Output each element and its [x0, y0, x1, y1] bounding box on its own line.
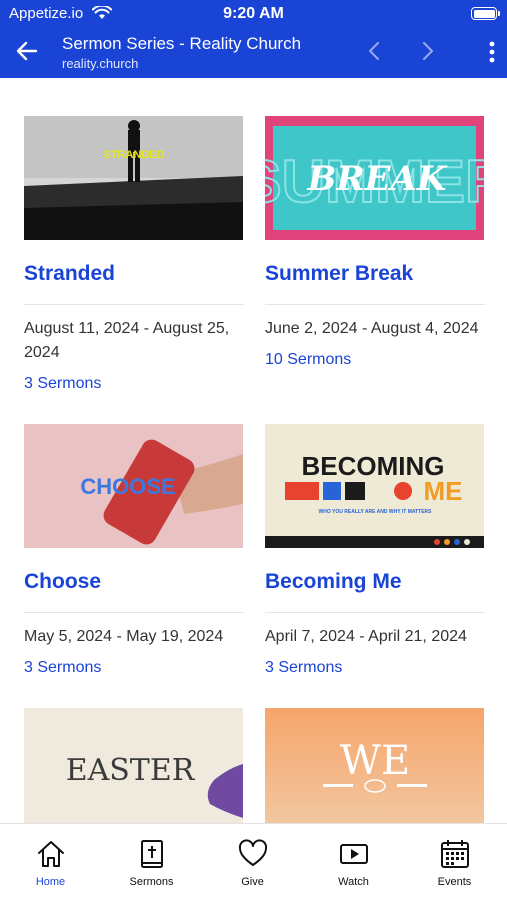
more-vertical-icon[interactable]	[484, 40, 500, 64]
divider	[24, 304, 244, 305]
series-card-stranded[interactable]: STRANDED Stranded August 11, 2024 - Augu…	[24, 116, 244, 393]
series-title[interactable]: Stranded	[24, 262, 244, 290]
back-arrow-icon[interactable]	[14, 38, 40, 64]
tab-label: Sermons	[129, 876, 174, 888]
bible-icon	[140, 840, 163, 868]
series-thumbnail[interactable]: SUMMER BREAK	[265, 116, 484, 240]
calendar-icon	[440, 840, 469, 868]
chevron-left-icon[interactable]	[364, 40, 386, 62]
series-grid: STRANDED Stranded August 11, 2024 - Augu…	[0, 78, 507, 823]
series-title[interactable]: Summer Break	[265, 262, 485, 290]
thumb-tagline: WHO YOU REALLY ARE AND WHY IT MATTERS	[319, 509, 433, 515]
tab-bar: Home Sermons Give Watch Events	[0, 823, 507, 900]
tab-label: Events	[437, 876, 472, 888]
chevron-right-icon[interactable]	[416, 40, 438, 62]
series-title[interactable]: Choose	[24, 570, 244, 598]
series-card-we[interactable]: WE	[265, 708, 485, 823]
series-thumbnail[interactable]: CHOOSE	[24, 424, 243, 548]
home-icon	[37, 841, 64, 867]
series-card-summer-break[interactable]: SUMMER BREAK Summer Break June 2, 2024 -…	[265, 116, 485, 369]
series-card-choose[interactable]: CHOOSE Choose May 5, 2024 - May 19, 2024…	[24, 424, 244, 677]
series-thumbnail[interactable]: WE	[265, 708, 484, 823]
divider	[265, 304, 485, 305]
series-thumbnail[interactable]: EASTER	[24, 708, 243, 823]
tab-events[interactable]: Events	[404, 824, 505, 900]
sermon-count[interactable]: 3 Sermons	[24, 375, 244, 393]
series-card-easter[interactable]: EASTER	[24, 708, 244, 823]
header-titles: Sermon Series - Reality Church reality.c…	[62, 34, 301, 71]
series-card-becoming-me[interactable]: BECOMING ME WHO YOU REALLY ARE AND WHY I…	[265, 424, 485, 677]
video-icon	[339, 844, 368, 864]
thumb-text: ME	[424, 476, 463, 506]
thumb-text: EASTER	[66, 753, 196, 788]
tab-watch[interactable]: Watch	[303, 824, 404, 900]
battery-icon	[471, 7, 500, 20]
series-dates: June 2, 2024 - August 4, 2024	[265, 320, 479, 337]
heart-icon	[238, 839, 267, 866]
thumb-text: BREAK	[307, 159, 448, 199]
sermon-count[interactable]: 3 Sermons	[265, 659, 485, 677]
series-thumbnail[interactable]: STRANDED	[24, 116, 243, 240]
tab-label: Home	[35, 876, 66, 888]
thumb-text: CHOOSE	[80, 474, 175, 499]
series-dates: August 11, 2024 - August 25, 2024	[24, 320, 230, 361]
tab-give[interactable]: Give	[202, 824, 303, 900]
series-dates: April 7, 2024 - April 21, 2024	[265, 628, 467, 645]
divider	[265, 612, 485, 613]
page-subtitle: reality.church	[62, 56, 139, 71]
page-title: Sermon Series - Reality Church	[62, 34, 302, 53]
top-bar: Appetize.io 9:20 AM Sermon Series - Real…	[0, 0, 507, 78]
clock: 9:20 AM	[223, 5, 284, 22]
nav-bar: Sermon Series - Reality Church reality.c…	[0, 28, 507, 78]
thumb-text: STRANDED	[103, 149, 164, 161]
tab-home[interactable]: Home	[0, 824, 101, 900]
tab-sermons[interactable]: Sermons	[101, 824, 202, 900]
thumb-text: WE	[340, 738, 410, 784]
sermon-count[interactable]: 10 Sermons	[265, 351, 485, 369]
divider	[24, 612, 244, 613]
status-bar: Appetize.io 9:20 AM	[0, 0, 507, 28]
series-dates: May 5, 2024 - May 19, 2024	[24, 628, 224, 645]
series-thumbnail[interactable]: BECOMING ME WHO YOU REALLY ARE AND WHY I…	[265, 424, 484, 548]
tab-label: Give	[241, 876, 264, 888]
series-title[interactable]: Becoming Me	[265, 570, 485, 598]
sermon-count[interactable]: 3 Sermons	[24, 659, 244, 677]
tab-label: Watch	[338, 876, 369, 888]
